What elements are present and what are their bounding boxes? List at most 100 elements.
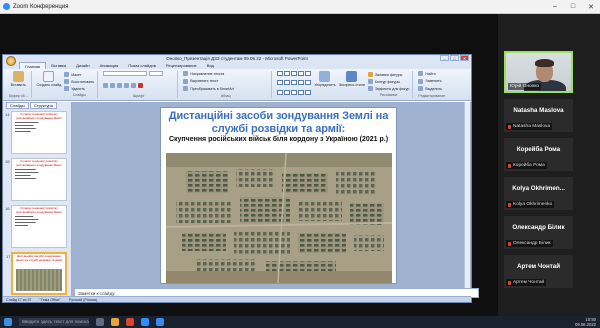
delete-button[interactable]: Удалить	[64, 86, 94, 91]
participant-tile[interactable]: Артем Чонтай Артем Чонтай	[504, 255, 573, 288]
minimize-button[interactable]: –	[546, 3, 564, 11]
slide-subtitle[interactable]: Скупчення російських військ біля кордону…	[161, 136, 396, 143]
ppt-window-title: Онопко_Презентація ДЗЗ студентам 09.06.2…	[166, 56, 308, 61]
shadow-icon[interactable]	[131, 82, 137, 88]
underline-icon[interactable]	[117, 82, 123, 88]
paste-icon	[12, 71, 24, 82]
participant-tile[interactable]: Natasha Maslova Natasha Maslova	[504, 99, 573, 132]
tab-insert[interactable]: Вставка	[46, 62, 71, 69]
bold-icon[interactable]	[103, 82, 109, 88]
strike-icon[interactable]	[124, 82, 130, 88]
active-speaker-video[interactable]: Юрій Онопко	[504, 51, 573, 93]
select-button[interactable]: Выделить	[418, 86, 445, 92]
task-view-icon[interactable]	[96, 318, 104, 326]
taskbar: Введите здесь текст для поиска 10:50 09.…	[0, 316, 600, 328]
new-slide-button[interactable]: Создать слайд	[37, 71, 61, 98]
group-label-clipboard: Буфер об...	[9, 94, 28, 98]
office-button-icon[interactable]	[6, 56, 16, 66]
maximize-button[interactable]: □	[564, 3, 582, 11]
taskbar-search[interactable]: Введите здесь текст для поиска	[19, 318, 89, 326]
new-slide-icon	[43, 71, 55, 82]
shape-fill-button[interactable]: Заливка фигуры	[367, 72, 410, 77]
reset-icon	[64, 79, 70, 84]
powerpoint-icon[interactable]	[126, 318, 134, 326]
align-text-button[interactable]: Выровнять текст	[183, 78, 268, 84]
participant-label: Олександр Білик	[506, 240, 553, 247]
group-label-font: Шрифт	[132, 94, 145, 98]
group-drawing: Упорядочить Экспресс-стили Заливка фигур…	[274, 71, 414, 98]
slide-thumbnail[interactable]: 14 Сучасні тенденції розвитку дистанційн…	[5, 111, 67, 154]
shapes-gallery[interactable]	[277, 71, 312, 98]
zoom-icon[interactable]	[141, 318, 149, 326]
smartart-button[interactable]: Преобразовать в SmartArt	[183, 86, 268, 92]
status-theme: "Тема Office"	[39, 297, 61, 302]
speaker-hair	[535, 59, 554, 67]
replace-icon	[418, 78, 424, 84]
paste-button[interactable]: Вставить	[9, 71, 28, 87]
zoom-titlebar: Zoom Конференция – □ ✕	[0, 0, 600, 14]
delete-icon	[64, 86, 70, 91]
smartart-icon	[183, 86, 189, 92]
satellite-image[interactable]	[166, 153, 392, 283]
group-label-editing: Редактирование	[418, 93, 446, 98]
participant-tile[interactable]: Олександр Білик Олександр Білик	[504, 216, 573, 249]
vertical-scrollbar[interactable]	[464, 102, 470, 288]
text-direction-icon	[183, 71, 189, 76]
participant-tile[interactable]: Kolya Okhrimen... Kolya Okhrimenko	[504, 177, 573, 210]
zoom-logo-icon	[3, 3, 10, 10]
ppt-close-button[interactable]: ✕	[460, 55, 469, 61]
taskbar-clock[interactable]: 10:50 09.06.2022	[575, 317, 600, 327]
shape-effects-button[interactable]: Эффекты для фигур	[367, 86, 409, 91]
tab-slides[interactable]: Слайды	[6, 102, 29, 109]
participant-label: Kolya Okhrimenko	[506, 201, 555, 208]
participant-tile[interactable]: Корейба Рома Корейба Рома	[504, 138, 573, 171]
participant-name: Корейба Рома	[516, 146, 561, 153]
participant-name: Kolya Okhrimen...	[512, 185, 565, 192]
replace-button[interactable]: Заменить	[418, 78, 445, 84]
slide-thumbnail-selected[interactable]: 17 Дистанційні засоби зондування Землі н…	[6, 252, 67, 295]
ppt-minimize-button[interactable]: –	[440, 55, 449, 61]
tab-outline[interactable]: Структура	[29, 102, 57, 109]
find-button[interactable]: Найти	[418, 71, 445, 76]
group-paragraph: Направление текста Выровнять текст Преоб…	[180, 71, 273, 98]
layout-icon	[64, 72, 70, 77]
italic-icon[interactable]	[110, 82, 116, 88]
arrange-button[interactable]: Упорядочить	[314, 71, 336, 98]
ppt-titlebar: Онопко_Презентація ДЗЗ студентам 09.06.2…	[3, 55, 471, 66]
text-direction-button[interactable]: Направление текста	[183, 71, 268, 76]
current-slide[interactable]: Дистанційні засоби зондування Землі на с…	[160, 107, 397, 284]
tab-home[interactable]: Главная	[19, 62, 47, 69]
font-color-icon[interactable]	[138, 82, 144, 88]
shape-outline-button[interactable]: Контур фигуры	[367, 79, 410, 84]
tab-design[interactable]: Дизайн	[71, 62, 94, 69]
font-size-combo[interactable]	[149, 71, 164, 76]
slide-thumbnail[interactable]: 16 Сучасні тенденції розвитку дистанційн…	[5, 205, 67, 248]
muted-mic-icon	[508, 163, 511, 168]
thumbnail-text-lines: ▬▬▬▬▬▬▬ ▬▬▬▬▬▬▬▬▬ ▬▬▬▬▬▬▬▬ ▬▬▬▬▬	[15, 215, 39, 228]
quick-styles-button[interactable]: Экспресс-стили	[339, 71, 365, 98]
zoom-window-title: Zoom Конференция	[13, 3, 69, 10]
participant-name: Олександр Білик	[512, 224, 565, 231]
browser-icon[interactable]	[156, 318, 164, 326]
close-button[interactable]: ✕	[582, 3, 600, 11]
tab-slideshow[interactable]: Показ слайдов	[123, 62, 161, 69]
slide-thumbnail[interactable]: 15 Сучасні тенденції розвитку дистанційн…	[5, 158, 67, 201]
ppt-window-controls: – □ ✕	[439, 55, 469, 61]
slide-stage: Дистанційні засоби зондування Землі на с…	[72, 102, 479, 298]
thumbnail-satellite-image	[16, 269, 62, 291]
tab-animation[interactable]: Анимация	[95, 62, 124, 69]
tab-view[interactable]: Вид	[202, 62, 219, 69]
reset-button[interactable]: Восстановить	[64, 79, 94, 84]
ppt-body: Слайды Структура 14 Сучасні тенденції ро…	[3, 102, 479, 298]
layout-button[interactable]: Макет	[64, 72, 94, 77]
tab-review[interactable]: Рецензирование	[161, 62, 202, 69]
start-icon[interactable]	[4, 318, 12, 326]
thumbnail-text-lines: ▬▬▬▬▬▬▬▬ ▬▬▬▬▬▬▬▬▬ ▬▬▬▬▬▬ ▬▬▬▬▬▬▬▬	[15, 168, 39, 181]
participant-name: Natasha Maslova	[513, 107, 564, 114]
muted-mic-icon	[508, 124, 511, 129]
ppt-maximize-button[interactable]: □	[450, 55, 459, 61]
status-language[interactable]: Русский (Россия)	[69, 298, 98, 302]
font-name-combo[interactable]	[103, 71, 148, 76]
slide-title[interactable]: Дистанційні засоби зондування Землі на с…	[161, 108, 396, 135]
explorer-icon[interactable]	[111, 318, 119, 326]
